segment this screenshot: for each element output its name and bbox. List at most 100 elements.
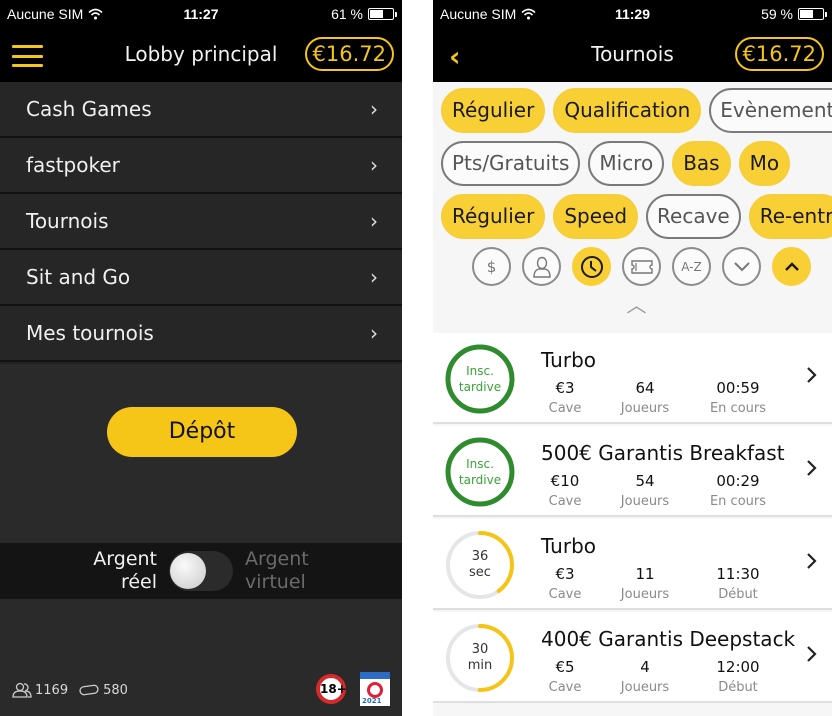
lobby-menu: Cash Games › fastpoker › Tournois › Sit and Go…: [0, 82, 402, 362]
tournament-name: Turbo: [541, 534, 597, 558]
filter-chip[interactable]: Speed: [553, 194, 639, 239]
time-column: 12:00 Début: [698, 658, 778, 695]
dollar-icon[interactable]: $: [472, 247, 511, 286]
menu-item-mes-tournois[interactable]: Mes tournois ›: [0, 306, 402, 362]
filter-chip[interactable]: Mo: [738, 141, 791, 186]
virtual-money-label[interactable]: Argent virtuel: [245, 548, 309, 594]
filter-panel: RégulierQualificationEvènementsPts/Gratu…: [433, 82, 832, 321]
nav-bar: Lobby principal €16.72: [0, 30, 402, 82]
time-column: 00:59 En cours: [698, 379, 778, 416]
players-column-label: Joueurs: [620, 587, 670, 602]
chevron-right-icon: ›: [370, 265, 378, 289]
menu-item-cash-games[interactable]: Cash Games ›: [0, 82, 402, 138]
filter-chip[interactable]: Régulier: [441, 88, 546, 133]
nav-bar: ‹ Tournois €16.72: [433, 30, 832, 82]
players-count: 1169: [35, 682, 69, 698]
buyin-column-value: €5: [555, 658, 575, 676]
filter-chip[interactable]: Re-entr: [748, 194, 832, 239]
player-icon[interactable]: [522, 247, 561, 286]
buyin-column: €3 Cave: [525, 379, 605, 416]
sort-options: $ A-Z: [441, 247, 832, 287]
menu-item-tournois[interactable]: Tournois ›: [0, 194, 402, 250]
tournament-name: 400€ Garantis Deepstack: [541, 627, 796, 651]
lobby-screen: Aucune SIM 11:27 61 % Lobby principal €1…: [0, 0, 402, 716]
tournament-row[interactable]: 36 sec Turbo €3 Cave 11 Joueurs 11:30 Début: [433, 519, 832, 610]
time-column-label: Début: [718, 680, 758, 695]
players-column-value: 11: [635, 565, 655, 583]
sort-ascending-icon[interactable]: [772, 247, 811, 286]
buyin-column-value: €3: [555, 565, 575, 583]
time-column-label: En cours: [709, 494, 767, 509]
arjel-approval-logo: 2021: [360, 672, 390, 706]
chevron-right-icon: [806, 458, 818, 483]
tournament-row[interactable]: Insc. tardive 500€ Garantis Breakfast €10 Ca…: [433, 426, 832, 517]
menu-item-label: Mes tournois: [26, 321, 154, 345]
time-column-value: 00:29: [716, 472, 760, 490]
collapse-filters-icon[interactable]: ︿: [441, 287, 832, 321]
chevron-right-icon: ›: [370, 97, 378, 121]
time-column-label: Début: [718, 587, 758, 602]
deposit-button[interactable]: Dépôt: [107, 407, 297, 457]
chevron-right-icon: [806, 644, 818, 669]
time-column: 11:30 Début: [698, 565, 778, 602]
battery-percent: 61 %: [331, 6, 363, 22]
chevron-right-icon: [806, 551, 818, 576]
time-column-value: 00:59: [716, 379, 760, 397]
tables-icon: [79, 684, 99, 696]
buyin-column-value: €10: [550, 472, 580, 490]
filter-chip[interactable]: Pts/Gratuits: [441, 141, 581, 186]
menu-item-fastpoker[interactable]: fastpoker ›: [0, 138, 402, 194]
menu-item-label: Cash Games: [26, 97, 152, 121]
chevron-right-icon: ›: [370, 321, 378, 345]
balance-badge[interactable]: €16.72: [304, 37, 394, 71]
menu-item-label: fastpoker: [26, 153, 120, 177]
tables-count: 580: [103, 682, 128, 698]
players-column-label: Joueurs: [620, 494, 670, 509]
tournament-row[interactable]: 30 min 400€ Garantis Deepstack €5 Cave 4 Joueu…: [433, 612, 832, 703]
status-bar: Aucune SIM 11:29 59 %: [433, 0, 832, 30]
buyin-column-label: Cave: [548, 401, 582, 416]
tournament-row[interactable]: Insc. tardive Turbo €3 Cave 64 Joueurs 00:59 En …: [433, 333, 832, 424]
ticket-icon[interactable]: [622, 247, 661, 286]
chevron-right-icon: [806, 365, 818, 390]
tournament-list: Insc. tardive Turbo €3 Cave 64 Joueurs 00:59 En …: [433, 333, 832, 705]
players-column: 54 Joueurs: [605, 472, 685, 509]
registration-status-label: Insc. tardive: [458, 364, 502, 394]
filter-row: Régulier Speed Recave Re-entr: [441, 194, 832, 239]
money-mode-toggle[interactable]: [169, 551, 233, 591]
real-money-label[interactable]: Argent réel: [93, 548, 157, 594]
age-18-badge: 18+: [316, 674, 347, 704]
players-column: 11 Joueurs: [605, 565, 685, 602]
tournament-name: 500€ Garantis Breakfast: [541, 441, 785, 465]
buyin-column-label: Cave: [548, 680, 582, 695]
buyin-column-label: Cave: [548, 494, 582, 509]
time-column: 00:29 En cours: [698, 472, 778, 509]
filter-chip[interactable]: Qualification: [553, 88, 702, 133]
players-column: 64 Joueurs: [605, 379, 685, 416]
balance-badge[interactable]: €16.72: [734, 37, 824, 71]
filter-chip[interactable]: Evènements: [709, 88, 832, 133]
buyin-column-label: Cave: [548, 587, 582, 602]
sort-descending-icon[interactable]: [722, 247, 761, 286]
players-column-value: 64: [635, 379, 655, 397]
players-column-label: Joueurs: [620, 680, 670, 695]
chevron-right-icon: ›: [370, 209, 378, 233]
filter-chip[interactable]: Bas: [672, 141, 731, 186]
clock-icon[interactable]: [572, 247, 611, 286]
players-column-value: 4: [640, 658, 650, 676]
buyin-column: €5 Cave: [525, 658, 605, 695]
players-icon: [12, 682, 32, 698]
time-column-value: 11:30: [716, 565, 760, 583]
filter-row: RégulierQualificationEvènements: [441, 88, 832, 133]
filter-chip[interactable]: Régulier: [441, 194, 546, 239]
chevron-right-icon: ›: [370, 153, 378, 177]
players-column-value: 54: [635, 472, 655, 490]
menu-item-sit-and-go[interactable]: Sit and Go ›: [0, 250, 402, 306]
tournament-name: Turbo: [541, 348, 597, 372]
menu-item-label: Sit and Go: [26, 265, 131, 289]
filter-chip[interactable]: Micro: [588, 141, 665, 186]
status-bar: Aucune SIM 11:27 61 %: [0, 0, 402, 30]
az-sort-icon[interactable]: A-Z: [672, 247, 711, 286]
filter-chip[interactable]: Recave: [646, 194, 741, 239]
registration-status-label: Insc. tardive: [458, 457, 502, 487]
